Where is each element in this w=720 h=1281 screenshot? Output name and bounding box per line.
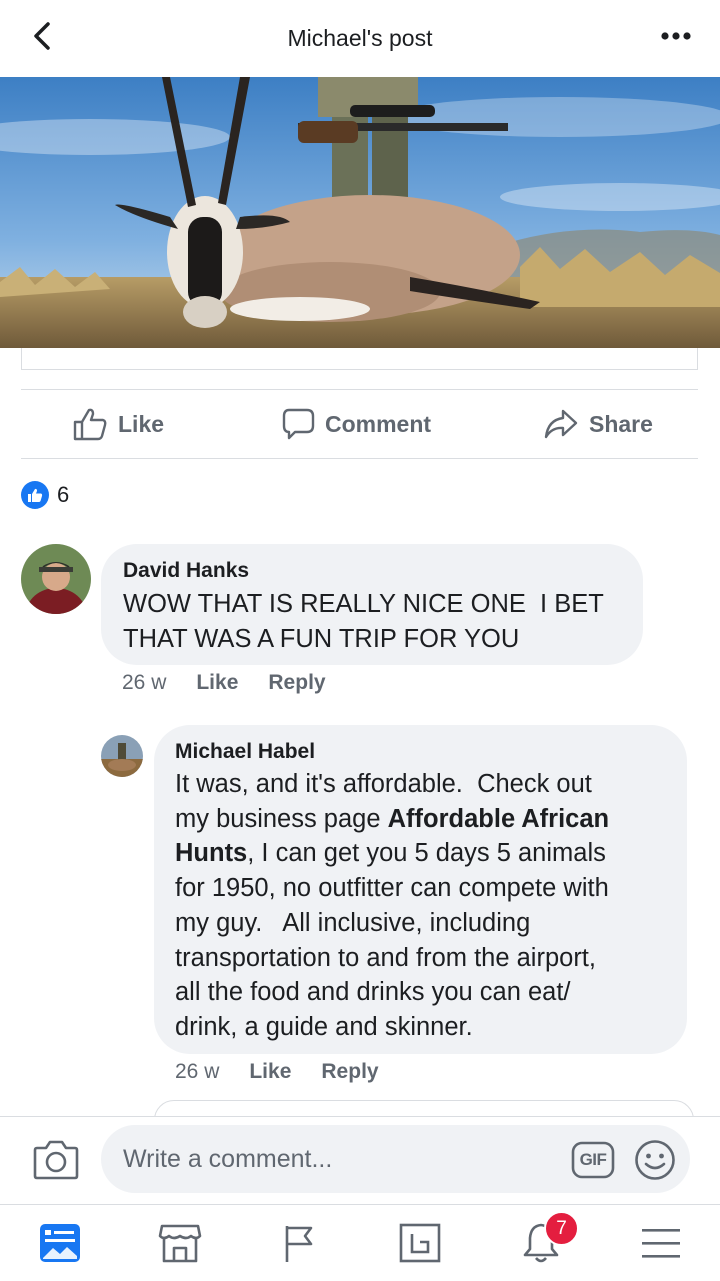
groups-square-icon xyxy=(399,1223,441,1263)
hamburger-menu-icon xyxy=(642,1229,680,1258)
more-dots-icon xyxy=(661,32,691,40)
like-label: Like xyxy=(118,410,165,437)
comment-line: all the food and drinks you can eat/ xyxy=(175,978,571,1007)
business-page-link[interactable]: Affordable African xyxy=(388,805,610,833)
comment-meta: 26 w Like Reply xyxy=(175,1060,379,1084)
comment-time[interactable]: 26 w xyxy=(122,671,166,695)
comment-reply-button[interactable]: Reply xyxy=(321,1060,378,1084)
hunting-photo xyxy=(0,77,720,348)
reaction-summary[interactable]: 6 xyxy=(21,480,69,510)
comment-author[interactable]: Michael Habel xyxy=(175,740,315,764)
post-card-border xyxy=(21,348,698,370)
tab-groups[interactable] xyxy=(396,1219,444,1267)
gif-label: GIF xyxy=(579,1150,607,1169)
tab-marketplace[interactable] xyxy=(156,1219,204,1267)
comment-line: It was, and it's affordable. Check out xyxy=(175,770,592,798)
user-avatar-photo xyxy=(21,544,91,614)
comment-button[interactable]: Comment xyxy=(281,390,431,458)
comment-text-span: my business page xyxy=(175,804,388,833)
marketplace-shop-icon xyxy=(158,1224,202,1263)
like-button[interactable]: Like xyxy=(72,390,164,458)
comment-line: Hunts, I can get you 5 days 5 animals xyxy=(175,836,675,871)
comment-line: my guy. All inclusive, including xyxy=(175,908,531,937)
thumbs-up-icon xyxy=(73,408,107,441)
flag-icon xyxy=(285,1226,313,1262)
avatar[interactable] xyxy=(21,544,91,614)
gif-button[interactable]: GIF xyxy=(571,1140,615,1180)
tab-news-feed[interactable] xyxy=(36,1219,84,1267)
comment-line: for 1950, no outfitter can compete with xyxy=(175,874,609,903)
comment-line: transportation to and from the airport, xyxy=(175,943,596,972)
reaction-count: 6 xyxy=(57,482,70,507)
comment-line: THAT WAS A FUN TRIP FOR YOU xyxy=(123,624,520,653)
more-options-button[interactable] xyxy=(656,18,696,54)
comment-meta: 26 w Like Reply xyxy=(122,671,326,695)
post-actions: Like Comment Share xyxy=(0,390,720,458)
business-page-link[interactable]: Hunts xyxy=(175,839,247,867)
top-bar: Michael's post xyxy=(0,0,720,76)
camera-icon xyxy=(33,1140,79,1180)
bottom-tab-bar xyxy=(0,1204,720,1281)
comment-text-span: , I can get you 5 days 5 animals xyxy=(247,839,606,868)
comment-text: WOW THAT IS REALLY NICE ONE I BET THAT WA… xyxy=(123,587,604,656)
camera-button[interactable] xyxy=(33,1138,79,1180)
like-reaction-icon xyxy=(21,481,49,509)
divider xyxy=(21,458,698,459)
user-avatar-photo xyxy=(101,735,143,777)
back-button[interactable] xyxy=(24,18,60,54)
comment-label: Comment xyxy=(325,410,432,437)
news-feed-icon xyxy=(40,1224,80,1262)
chevron-left-icon xyxy=(34,22,50,50)
comment-author[interactable]: David Hanks xyxy=(123,559,249,583)
comment-like-button[interactable]: Like xyxy=(196,671,238,695)
emoji-button[interactable] xyxy=(634,1139,676,1181)
comment-line: drink, a guide and skinner. xyxy=(175,1012,473,1041)
comment-time[interactable]: 26 w xyxy=(175,1060,219,1084)
comment-reply-button[interactable]: Reply xyxy=(268,671,325,695)
share-arrow-icon xyxy=(544,409,578,439)
tab-menu[interactable] xyxy=(637,1219,685,1267)
comment-text: It was, and it's affordable. Check out my… xyxy=(175,767,675,1045)
smiley-face-icon xyxy=(635,1140,675,1180)
comment-like-button[interactable]: Like xyxy=(249,1060,291,1084)
comment-line: WOW THAT IS REALLY NICE ONE I BET xyxy=(123,590,604,618)
avatar[interactable] xyxy=(101,735,143,777)
comment-bubble-icon xyxy=(282,408,315,440)
comment-input-placeholder: Write a comment... xyxy=(123,1144,333,1173)
share-label: Share xyxy=(589,410,653,437)
comment-line: my business page Affordable African xyxy=(175,802,675,837)
divider xyxy=(0,1116,720,1117)
page-title: Michael's post xyxy=(287,24,433,51)
tab-pages[interactable] xyxy=(277,1219,325,1267)
share-button[interactable]: Share xyxy=(543,390,653,458)
post-photo[interactable] xyxy=(0,77,720,348)
notification-count-badge: 7 xyxy=(544,1211,579,1246)
